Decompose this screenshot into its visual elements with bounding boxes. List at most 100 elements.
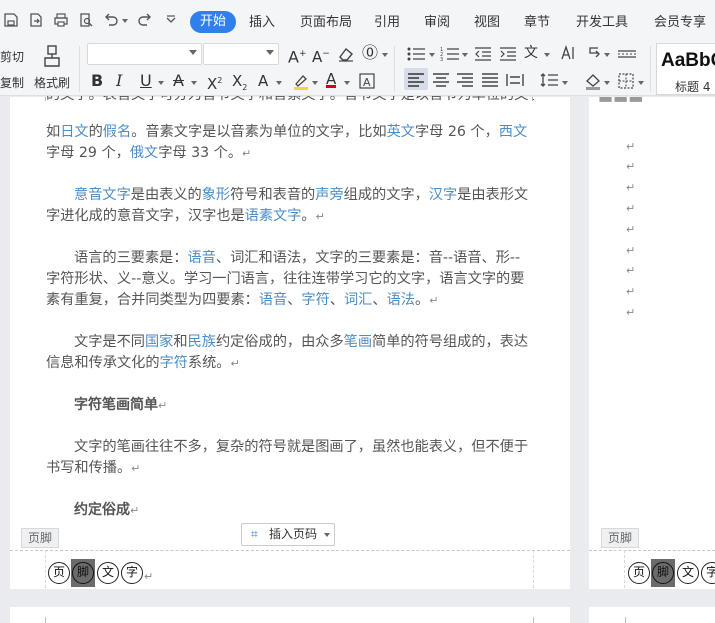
- save-icon[interactable]: [3, 12, 19, 28]
- paragraph-mark: ↵: [144, 570, 154, 583]
- tab-section[interactable]: 章节: [524, 12, 550, 34]
- hyperlink[interactable]: 汉字: [429, 187, 457, 203]
- right-footer-label[interactable]: 页脚: [601, 528, 640, 548]
- shading-dropdown-icon[interactable]: [604, 81, 610, 85]
- chinese-layout-dropdown-icon[interactable]: [544, 53, 550, 57]
- underline-dropdown-icon[interactable]: [158, 81, 164, 85]
- footer-label[interactable]: 页脚: [21, 528, 60, 548]
- font-color-dropdown-icon[interactable]: [344, 81, 350, 85]
- chinese-layout-icon[interactable]: 文: [524, 44, 538, 62]
- hyperlink[interactable]: 字符: [160, 355, 188, 371]
- hyperlink[interactable]: 俄文: [130, 145, 158, 161]
- align-right-icon[interactable]: [456, 72, 474, 93]
- show-marks-icon[interactable]: [585, 45, 603, 66]
- document-body[interactable]: 如日文的假名。音素文字是以音素为单位的文字，比如英文字母 26 个，西文字母 2…: [46, 122, 534, 543]
- clipped-paragraph-line: 的文字。表音文字可分为音节文字和音素文字。音节文字是以音节为单位的文字，: [46, 96, 534, 118]
- clear-formatting-icon[interactable]: [337, 45, 355, 68]
- borders-icon[interactable]: [617, 72, 635, 95]
- text-effect-dropdown-icon[interactable]: [276, 81, 282, 85]
- right-document-page[interactable]: [589, 97, 715, 589]
- hyperlink[interactable]: 西文: [499, 124, 527, 140]
- line-spacing-dropdown-icon[interactable]: [562, 81, 568, 85]
- tab-home[interactable]: 开始: [190, 11, 237, 33]
- hyperlink[interactable]: 字符: [301, 292, 329, 308]
- copy-button[interactable]: 复制: [0, 74, 24, 91]
- increase-indent-icon[interactable]: [499, 46, 517, 67]
- customize-quick-access-icon[interactable]: [163, 12, 179, 28]
- tab-view[interactable]: 视图: [474, 12, 500, 34]
- format-painter-icon[interactable]: [40, 44, 64, 68]
- font-name-select[interactable]: [87, 43, 202, 65]
- hyperlink[interactable]: 语音: [188, 250, 216, 266]
- print-preview-icon[interactable]: [78, 12, 94, 28]
- text-effect-icon[interactable]: A: [258, 72, 268, 90]
- superscript-icon[interactable]: X2: [207, 72, 222, 93]
- hyperlink[interactable]: 词汇: [344, 292, 372, 308]
- hyperlink[interactable]: 假名: [103, 124, 131, 140]
- tab-review[interactable]: 审阅: [424, 12, 450, 34]
- hyperlink[interactable]: 语素文字: [245, 208, 302, 224]
- text-run: 。音素文字是以音素为单位的文字，比如: [131, 124, 387, 140]
- decrease-font-size-icon[interactable]: A−: [312, 45, 330, 66]
- redo-icon[interactable]: [137, 12, 153, 28]
- format-painter-button[interactable]: 格式刷: [34, 74, 70, 91]
- hyperlink[interactable]: 民族: [188, 334, 216, 350]
- shading-icon[interactable]: [584, 72, 602, 95]
- align-center-icon[interactable]: [432, 72, 450, 93]
- print-icon[interactable]: [53, 12, 69, 28]
- hyperlink[interactable]: 英文: [387, 124, 415, 140]
- increase-font-size-icon[interactable]: A+: [288, 45, 307, 66]
- table-tools-icon[interactable]: [617, 46, 637, 67]
- underline-icon[interactable]: U: [140, 72, 152, 90]
- highlight-dropdown-icon[interactable]: [312, 81, 318, 85]
- bullet-dropdown-icon[interactable]: [429, 53, 435, 57]
- hyperlink[interactable]: 声旁: [315, 187, 343, 203]
- insert-page-number-button[interactable]: ⌗ 插入页码: [241, 523, 335, 546]
- show-marks-dropdown-icon[interactable]: [604, 53, 610, 57]
- align-left-icon[interactable]: [407, 72, 425, 93]
- borders-dropdown-icon[interactable]: [638, 81, 644, 85]
- hyperlink[interactable]: 意音文字: [74, 187, 131, 203]
- right-next-page[interactable]: [589, 607, 715, 623]
- hyperlink[interactable]: 语法: [387, 292, 415, 308]
- hyperlink[interactable]: 日文: [60, 124, 88, 140]
- numbering-dropdown-icon[interactable]: [462, 53, 468, 57]
- italic-icon[interactable]: I: [116, 72, 122, 90]
- hyperlink[interactable]: 国家: [145, 334, 173, 350]
- sort-icon[interactable]: [558, 44, 576, 66]
- strikethrough-dropdown-icon[interactable]: [191, 81, 197, 85]
- decrease-indent-icon[interactable]: [474, 46, 492, 67]
- phonetic-dropdown-icon[interactable]: [382, 53, 388, 57]
- highlight-color-icon[interactable]: [292, 72, 310, 95]
- paragraph-mark: ↵: [626, 160, 636, 173]
- tab-member-exclusive[interactable]: 会员专享: [654, 12, 706, 34]
- character-border-icon[interactable]: A: [358, 72, 376, 95]
- style-gallery-heading4[interactable]: AaBbC 标题 4: [656, 43, 715, 95]
- right-page-clipped-heading: ▬▬▬: [598, 97, 644, 107]
- font-size-select[interactable]: [203, 43, 279, 65]
- tab-references[interactable]: 引用: [374, 12, 400, 34]
- line-spacing-icon[interactable]: [539, 72, 559, 93]
- hyperlink[interactable]: 笔画: [344, 334, 372, 350]
- undo-icon[interactable]: [103, 12, 119, 28]
- bold-icon[interactable]: B: [91, 72, 103, 90]
- tab-developer-tools[interactable]: 开发工具: [576, 12, 628, 34]
- undo-dropdown-icon[interactable]: [122, 19, 128, 23]
- phonetic-guide-icon[interactable]: ⓪: [362, 44, 378, 62]
- justify-icon[interactable]: [481, 72, 499, 93]
- strikethrough-icon[interactable]: A: [173, 72, 184, 90]
- font-color-icon[interactable]: A: [326, 70, 337, 88]
- hyperlink[interactable]: 象形: [202, 187, 230, 203]
- footer-margin-line: [533, 550, 534, 588]
- next-document-page[interactable]: [10, 607, 570, 623]
- subscript-icon[interactable]: X2: [232, 72, 247, 97]
- tab-insert[interactable]: 插入: [249, 12, 275, 34]
- cut-button[interactable]: 剪切: [0, 48, 24, 65]
- bullet-list-icon[interactable]: [406, 46, 426, 67]
- distributed-align-icon[interactable]: [506, 72, 524, 93]
- numbered-list-icon[interactable]: 123: [440, 46, 460, 67]
- export-icon[interactable]: [28, 12, 44, 28]
- text-run: 的: [88, 124, 103, 140]
- hyperlink[interactable]: 语音: [259, 292, 287, 308]
- tab-page-layout[interactable]: 页面布局: [300, 12, 352, 34]
